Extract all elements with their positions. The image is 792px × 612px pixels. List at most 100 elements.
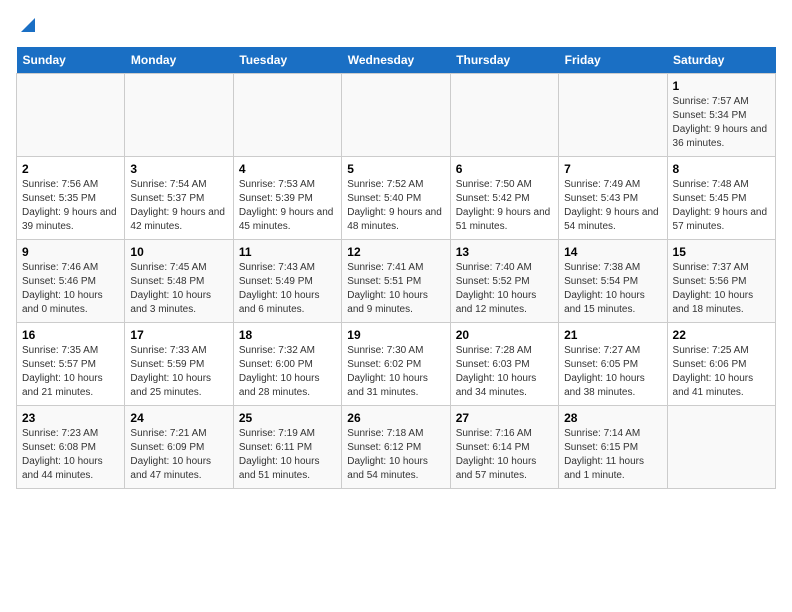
- page-header: [16, 16, 776, 35]
- calendar-cell: 9 Sunrise: 7:46 AMSunset: 5:46 PMDaylight…: [17, 240, 125, 323]
- day-info: Sunrise: 7:41 AMSunset: 5:51 PMDaylight:…: [347, 261, 444, 317]
- calendar-cell: 3 Sunrise: 7:54 AMSunset: 5:37 PMDaylight…: [125, 157, 233, 240]
- day-info: Sunrise: 7:50 AMSunset: 5:42 PMDaylight:…: [456, 178, 553, 234]
- day-number: 25: [239, 411, 336, 425]
- calendar-cell: 28 Sunrise: 7:14 AMSunset: 6:15 PMDayligh…: [559, 406, 667, 489]
- calendar-cell: 15 Sunrise: 7:37 AMSunset: 5:56 PMDayligh…: [667, 240, 775, 323]
- day-number: 7: [564, 162, 661, 176]
- day-info: Sunrise: 7:48 AMSunset: 5:45 PMDaylight:…: [673, 178, 770, 234]
- day-info: Sunrise: 7:32 AMSunset: 6:00 PMDaylight:…: [239, 344, 336, 400]
- calendar-cell: [667, 406, 775, 489]
- week-row-3: 9 Sunrise: 7:46 AMSunset: 5:46 PMDaylight…: [17, 240, 776, 323]
- calendar-cell: 10 Sunrise: 7:45 AMSunset: 5:48 PMDayligh…: [125, 240, 233, 323]
- weekday-header-thursday: Thursday: [450, 47, 558, 74]
- day-number: 4: [239, 162, 336, 176]
- weekday-header-monday: Monday: [125, 47, 233, 74]
- day-info: Sunrise: 7:57 AMSunset: 5:34 PMDaylight:…: [673, 95, 770, 151]
- day-number: 18: [239, 328, 336, 342]
- day-number: 23: [22, 411, 119, 425]
- calendar-cell: [342, 74, 450, 157]
- weekday-header-row: SundayMondayTuesdayWednesdayThursdayFrid…: [17, 47, 776, 74]
- day-info: Sunrise: 7:21 AMSunset: 6:09 PMDaylight:…: [130, 427, 227, 483]
- day-number: 9: [22, 245, 119, 259]
- calendar-cell: 24 Sunrise: 7:21 AMSunset: 6:09 PMDayligh…: [125, 406, 233, 489]
- day-number: 28: [564, 411, 661, 425]
- weekday-header-sunday: Sunday: [17, 47, 125, 74]
- calendar-cell: 2 Sunrise: 7:56 AMSunset: 5:35 PMDaylight…: [17, 157, 125, 240]
- day-info: Sunrise: 7:33 AMSunset: 5:59 PMDaylight:…: [130, 344, 227, 400]
- calendar-cell: 16 Sunrise: 7:35 AMSunset: 5:57 PMDayligh…: [17, 323, 125, 406]
- day-number: 3: [130, 162, 227, 176]
- day-number: 22: [673, 328, 770, 342]
- day-info: Sunrise: 7:49 AMSunset: 5:43 PMDaylight:…: [564, 178, 661, 234]
- day-number: 19: [347, 328, 444, 342]
- day-number: 12: [347, 245, 444, 259]
- day-number: 27: [456, 411, 553, 425]
- day-number: 17: [130, 328, 227, 342]
- day-number: 20: [456, 328, 553, 342]
- day-info: Sunrise: 7:25 AMSunset: 6:06 PMDaylight:…: [673, 344, 770, 400]
- day-number: 21: [564, 328, 661, 342]
- week-row-5: 23 Sunrise: 7:23 AMSunset: 6:08 PMDayligh…: [17, 406, 776, 489]
- day-info: Sunrise: 7:38 AMSunset: 5:54 PMDaylight:…: [564, 261, 661, 317]
- day-info: Sunrise: 7:45 AMSunset: 5:48 PMDaylight:…: [130, 261, 227, 317]
- calendar-cell: 4 Sunrise: 7:53 AMSunset: 5:39 PMDaylight…: [233, 157, 341, 240]
- day-info: Sunrise: 7:28 AMSunset: 6:03 PMDaylight:…: [456, 344, 553, 400]
- day-info: Sunrise: 7:37 AMSunset: 5:56 PMDaylight:…: [673, 261, 770, 317]
- day-number: 13: [456, 245, 553, 259]
- day-number: 6: [456, 162, 553, 176]
- day-info: Sunrise: 7:19 AMSunset: 6:11 PMDaylight:…: [239, 427, 336, 483]
- day-info: Sunrise: 7:30 AMSunset: 6:02 PMDaylight:…: [347, 344, 444, 400]
- calendar-cell: [125, 74, 233, 157]
- weekday-header-wednesday: Wednesday: [342, 47, 450, 74]
- day-info: Sunrise: 7:43 AMSunset: 5:49 PMDaylight:…: [239, 261, 336, 317]
- calendar-cell: 23 Sunrise: 7:23 AMSunset: 6:08 PMDayligh…: [17, 406, 125, 489]
- day-number: 24: [130, 411, 227, 425]
- calendar-cell: [559, 74, 667, 157]
- calendar-cell: 17 Sunrise: 7:33 AMSunset: 5:59 PMDayligh…: [125, 323, 233, 406]
- logo: [16, 16, 37, 35]
- day-info: Sunrise: 7:35 AMSunset: 5:57 PMDaylight:…: [22, 344, 119, 400]
- calendar-cell: 27 Sunrise: 7:16 AMSunset: 6:14 PMDayligh…: [450, 406, 558, 489]
- calendar-cell: 13Sunrise: 7:40 AMSunset: 5:52 PMDayligh…: [450, 240, 558, 323]
- calendar-cell: 18 Sunrise: 7:32 AMSunset: 6:00 PMDayligh…: [233, 323, 341, 406]
- day-number: 14: [564, 245, 661, 259]
- day-number: 10: [130, 245, 227, 259]
- calendar-cell: 5Sunrise: 7:52 AMSunset: 5:40 PMDaylight…: [342, 157, 450, 240]
- calendar-cell: 11 Sunrise: 7:43 AMSunset: 5:49 PMDayligh…: [233, 240, 341, 323]
- day-number: 8: [673, 162, 770, 176]
- calendar-cell: 22 Sunrise: 7:25 AMSunset: 6:06 PMDayligh…: [667, 323, 775, 406]
- day-info: Sunrise: 7:46 AMSunset: 5:46 PMDaylight:…: [22, 261, 119, 317]
- day-info: Sunrise: 7:23 AMSunset: 6:08 PMDaylight:…: [22, 427, 119, 483]
- day-info: Sunrise: 7:54 AMSunset: 5:37 PMDaylight:…: [130, 178, 227, 234]
- day-info: Sunrise: 7:27 AMSunset: 6:05 PMDaylight:…: [564, 344, 661, 400]
- day-number: 26: [347, 411, 444, 425]
- calendar-cell: 6 Sunrise: 7:50 AMSunset: 5:42 PMDaylight…: [450, 157, 558, 240]
- calendar-cell: [17, 74, 125, 157]
- calendar-cell: 14 Sunrise: 7:38 AMSunset: 5:54 PMDayligh…: [559, 240, 667, 323]
- day-number: 16: [22, 328, 119, 342]
- calendar-cell: 26 Sunrise: 7:18 AMSunset: 6:12 PMDayligh…: [342, 406, 450, 489]
- weekday-header-saturday: Saturday: [667, 47, 775, 74]
- day-number: 2: [22, 162, 119, 176]
- weekday-header-friday: Friday: [559, 47, 667, 74]
- day-info: Sunrise: 7:16 AMSunset: 6:14 PMDaylight:…: [456, 427, 553, 483]
- calendar-table: SundayMondayTuesdayWednesdayThursdayFrid…: [16, 47, 776, 489]
- day-info: Sunrise: 7:56 AMSunset: 5:35 PMDaylight:…: [22, 178, 119, 234]
- calendar-cell: 7 Sunrise: 7:49 AMSunset: 5:43 PMDaylight…: [559, 157, 667, 240]
- day-info: Sunrise: 7:18 AMSunset: 6:12 PMDaylight:…: [347, 427, 444, 483]
- calendar-cell: 8 Sunrise: 7:48 AMSunset: 5:45 PMDaylight…: [667, 157, 775, 240]
- weekday-header-tuesday: Tuesday: [233, 47, 341, 74]
- week-row-1: 1 Sunrise: 7:57 AMSunset: 5:34 PMDaylight…: [17, 74, 776, 157]
- calendar-cell: 20 Sunrise: 7:28 AMSunset: 6:03 PMDayligh…: [450, 323, 558, 406]
- day-info: Sunrise: 7:14 AMSunset: 6:15 PMDaylight:…: [564, 427, 661, 483]
- day-number: 11: [239, 245, 336, 259]
- day-number: 15: [673, 245, 770, 259]
- calendar-cell: 19 Sunrise: 7:30 AMSunset: 6:02 PMDayligh…: [342, 323, 450, 406]
- calendar-cell: 25 Sunrise: 7:19 AMSunset: 6:11 PMDayligh…: [233, 406, 341, 489]
- calendar-cell: 12 Sunrise: 7:41 AMSunset: 5:51 PMDayligh…: [342, 240, 450, 323]
- calendar-cell: 1 Sunrise: 7:57 AMSunset: 5:34 PMDaylight…: [667, 74, 775, 157]
- day-number: 1: [673, 79, 770, 93]
- day-info: Sunrise: 7:53 AMSunset: 5:39 PMDaylight:…: [239, 178, 336, 234]
- calendar-cell: 21 Sunrise: 7:27 AMSunset: 6:05 PMDayligh…: [559, 323, 667, 406]
